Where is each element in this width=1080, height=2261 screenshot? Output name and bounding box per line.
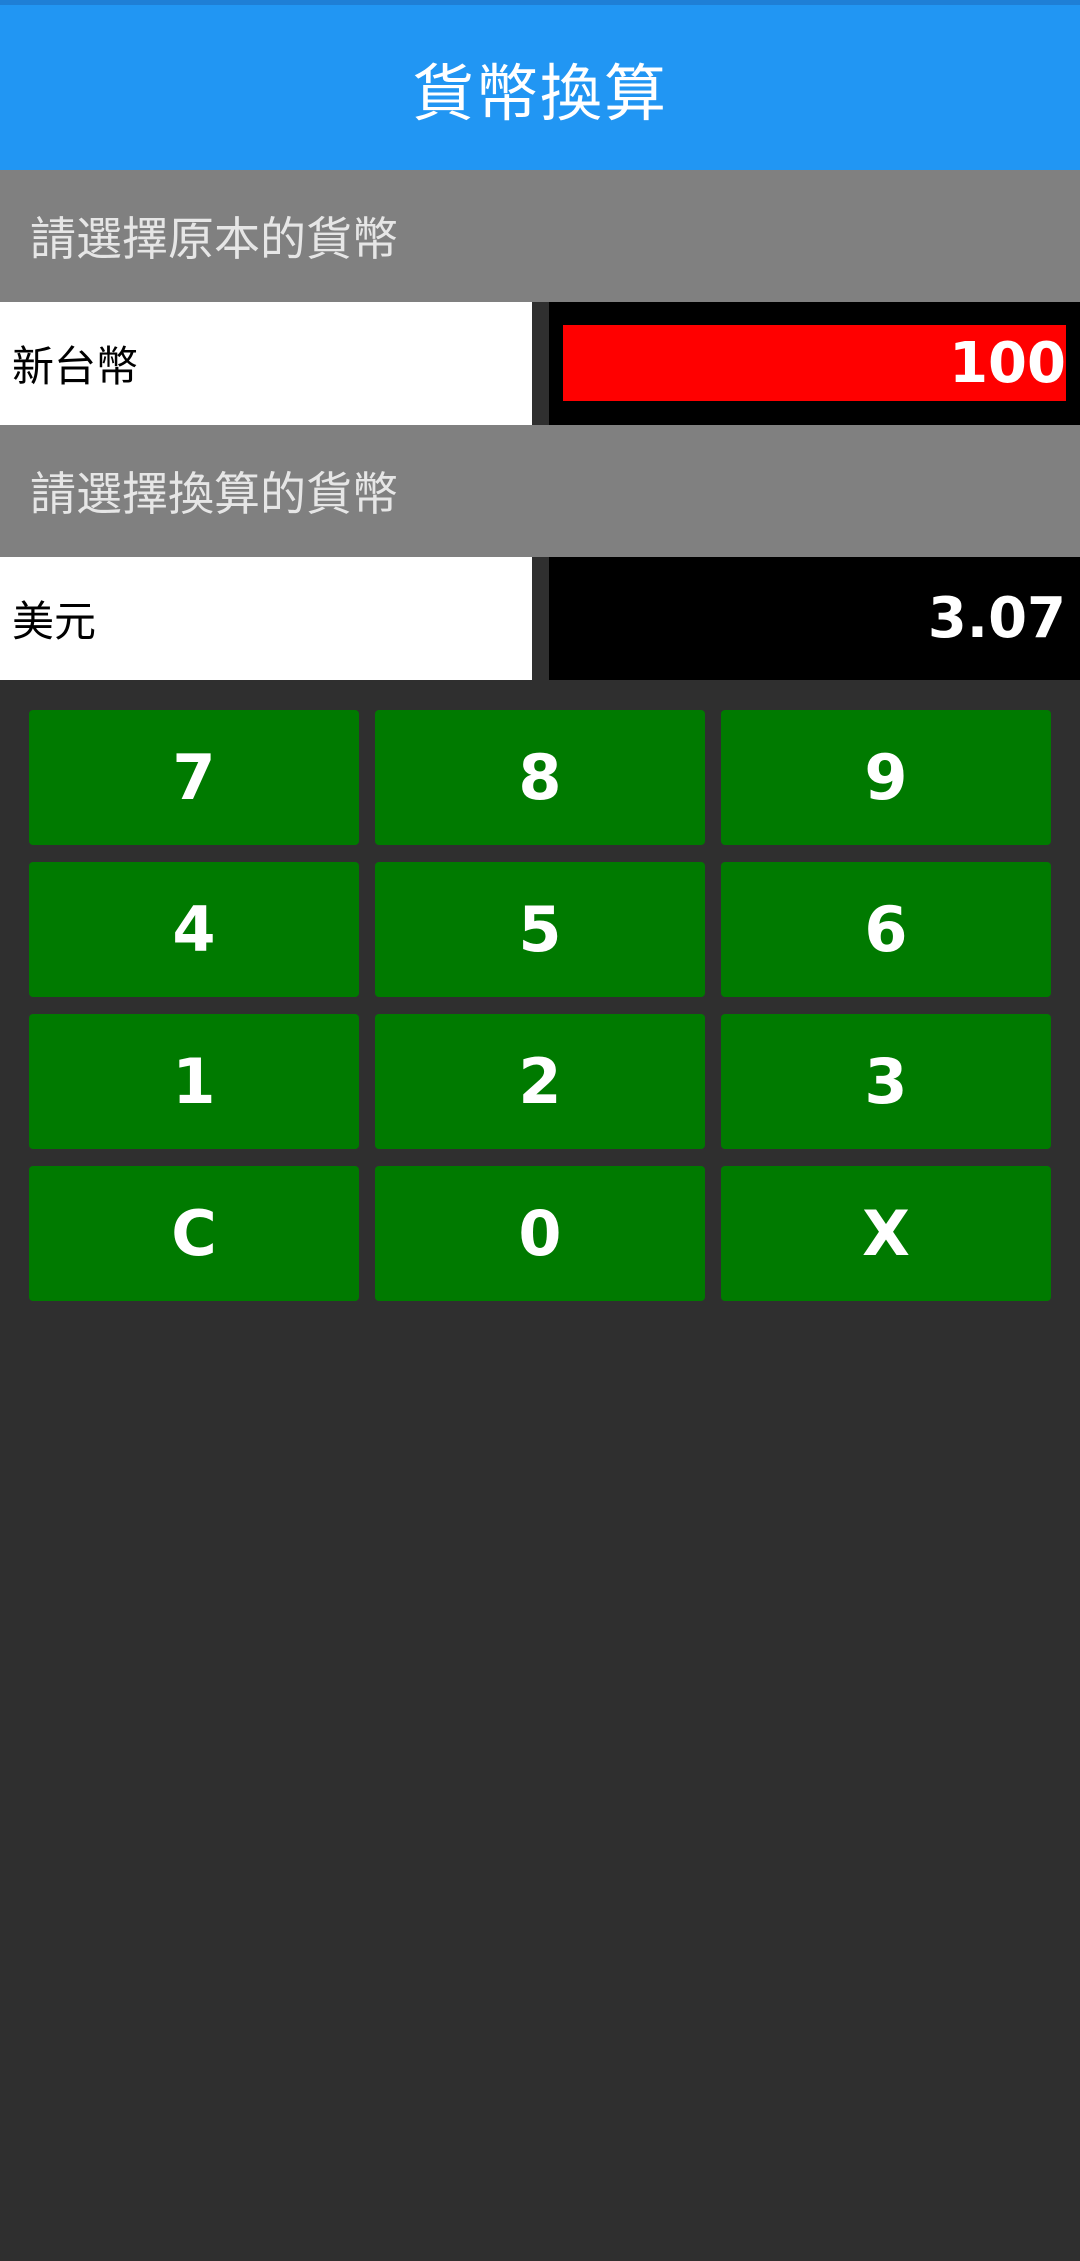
key-6-button[interactable]: 6 [721, 862, 1051, 997]
backspace-button[interactable]: X [721, 1166, 1051, 1301]
source-currency-label: 新台幣 [12, 342, 139, 391]
target-row: 美元 3.07 [0, 557, 1080, 680]
target-amount-value: 3.07 [927, 585, 1066, 651]
target-header-label: 請選擇換算的貨幣 [30, 467, 398, 521]
key-0-button[interactable]: 0 [375, 1166, 705, 1301]
keypad: 7 8 9 4 5 6 1 2 3 C 0 X [29, 710, 1051, 1301]
key-2-button[interactable]: 2 [375, 1014, 705, 1149]
key-1-button[interactable]: 1 [29, 1014, 359, 1149]
source-section-header: 請選擇原本的貨幣 [0, 170, 1080, 302]
source-header-label: 請選擇原本的貨幣 [30, 212, 398, 266]
key-4-button[interactable]: 4 [29, 862, 359, 997]
target-section-header: 請選擇換算的貨幣 [0, 425, 1080, 557]
app-title: 貨幣換算 [411, 56, 668, 130]
source-row: 新台幣 100 [0, 302, 1080, 425]
target-currency-selector[interactable]: 美元 [0, 557, 532, 680]
target-amount-field[interactable]: 3.07 [563, 580, 1066, 656]
target-amount-display[interactable]: 3.07 [549, 557, 1080, 680]
source-amount-field[interactable]: 100 [563, 325, 1066, 401]
source-amount-display[interactable]: 100 [549, 302, 1080, 425]
target-currency-label: 美元 [12, 597, 97, 646]
key-7-button[interactable]: 7 [29, 710, 359, 845]
app-bar: 貨幣換算 [0, 5, 1080, 170]
key-3-button[interactable]: 3 [721, 1014, 1051, 1149]
source-amount-value: 100 [949, 330, 1066, 396]
key-8-button[interactable]: 8 [375, 710, 705, 845]
key-5-button[interactable]: 5 [375, 862, 705, 997]
clear-button[interactable]: C [29, 1166, 359, 1301]
key-9-button[interactable]: 9 [721, 710, 1051, 845]
source-currency-selector[interactable]: 新台幣 [0, 302, 532, 425]
